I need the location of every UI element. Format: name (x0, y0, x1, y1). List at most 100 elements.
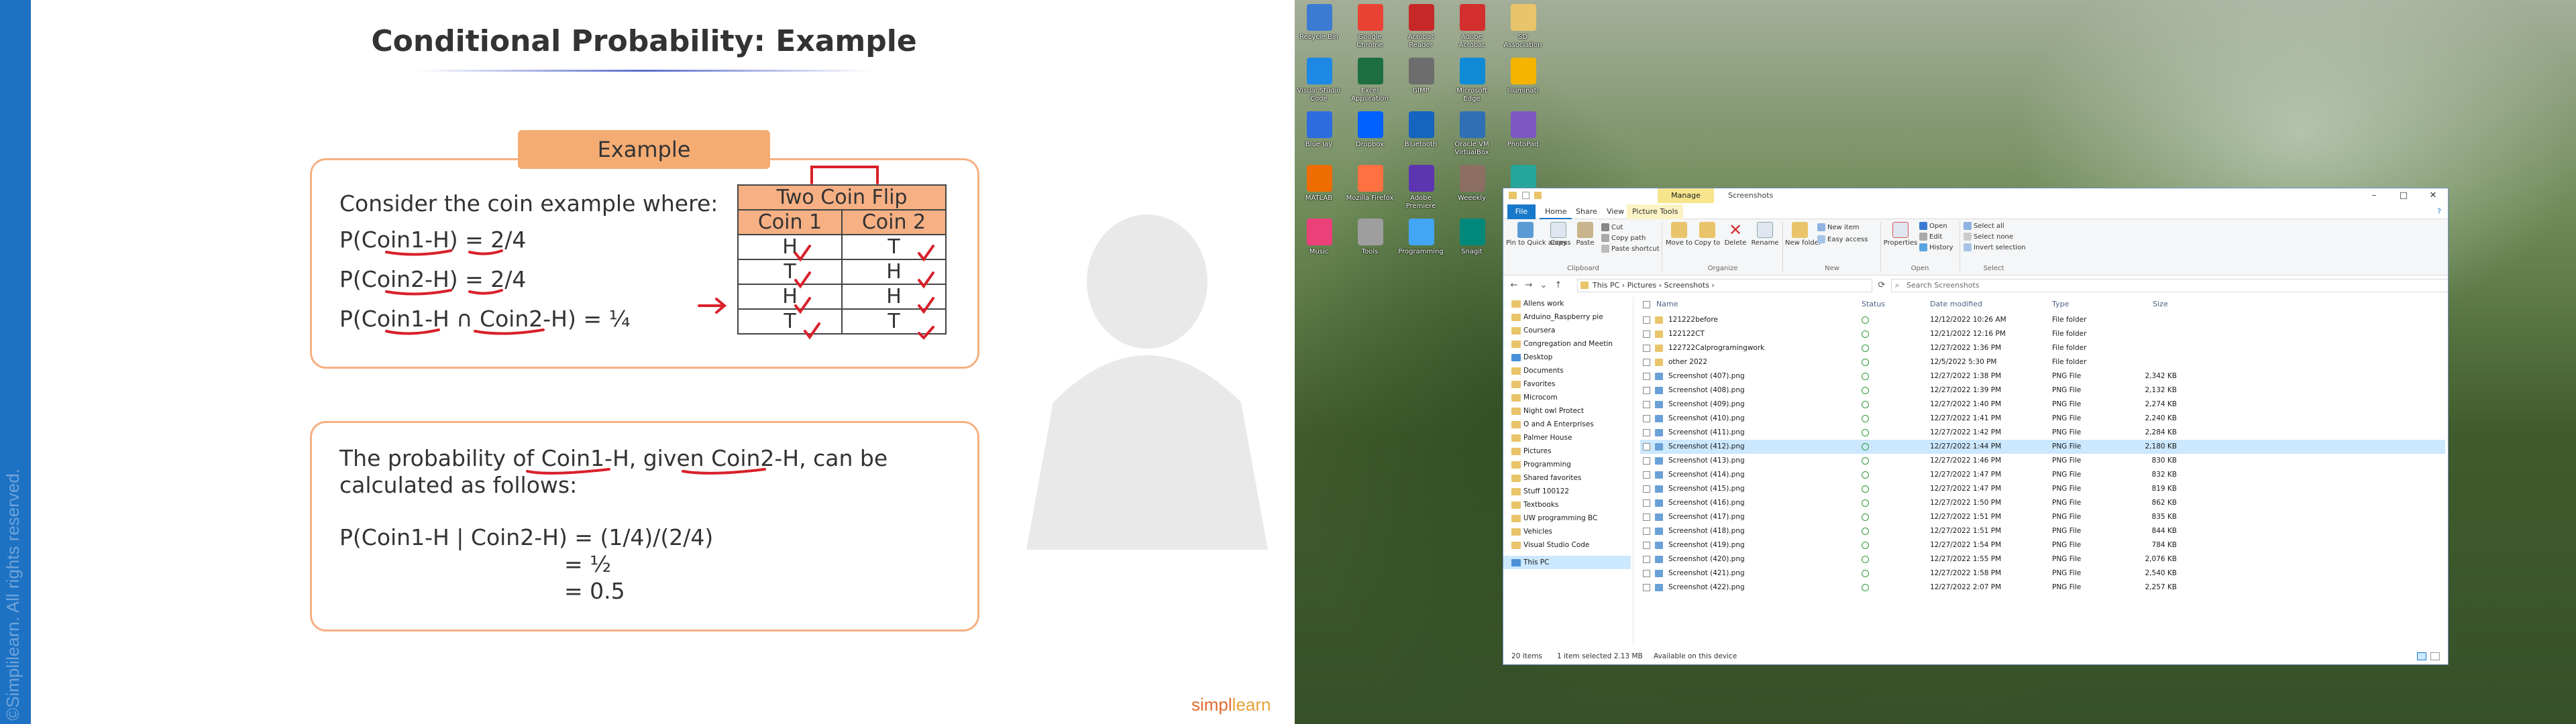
details-view-icon[interactable] (2417, 652, 2426, 660)
address-bar[interactable]: This PC › Pictures › Screenshots › (1577, 279, 1872, 292)
move-to-button[interactable]: Move to (1666, 221, 1693, 247)
desktop-icon[interactable]: Bluetooth (1397, 110, 1445, 164)
column-header-size[interactable]: Size (2153, 300, 2168, 308)
nav-item[interactable]: Favorites (1503, 377, 1631, 391)
row-checkbox[interactable] (1643, 584, 1650, 591)
file-row[interactable]: Screenshot (420).png 12/27/2022 1:55 PM PN… (1640, 552, 2445, 566)
desktop-icon[interactable]: Tools (1346, 217, 1394, 271)
column-header-date[interactable]: Date modified (1930, 300, 1982, 308)
desktop-icon[interactable]: Microsoft Edge (1448, 56, 1496, 110)
nav-item[interactable]: Pictures (1503, 444, 1631, 458)
minimize-icon[interactable]: – (2359, 188, 2389, 203)
desktop-icon[interactable]: Music (1295, 217, 1343, 271)
invert-selection-button[interactable]: Invert selection (1964, 243, 2026, 253)
copy-button[interactable]: Copy (1545, 221, 1572, 247)
desktop-icon[interactable]: Adobe Premiere (1397, 164, 1445, 217)
row-checkbox[interactable] (1643, 443, 1650, 450)
file-row[interactable]: 122122CT 12/21/2022 12:16 PM File folder (1640, 327, 2445, 341)
nav-item[interactable]: Textbooks (1503, 498, 1631, 511)
tab-view[interactable]: View (1601, 204, 1629, 219)
file-row[interactable]: 121222before 12/12/2022 10:26 AM File fold… (1640, 313, 2445, 327)
desktop-icon[interactable]: Excel Application (1346, 56, 1394, 110)
new-item-button[interactable]: New item (1817, 223, 1860, 233)
file-row[interactable]: other 2022 12/5/2022 5:30 PM File folder (1640, 355, 2445, 369)
row-checkbox[interactable] (1643, 542, 1650, 549)
file-row[interactable]: Screenshot (408).png 12/27/2022 1:39 PM PN… (1640, 383, 2445, 398)
row-checkbox[interactable] (1643, 401, 1650, 408)
file-row[interactable]: Screenshot (411).png 12/27/2022 1:42 PM PN… (1640, 426, 2445, 440)
row-checkbox[interactable] (1643, 345, 1650, 352)
help-icon[interactable]: ? (2437, 207, 2441, 216)
nav-item[interactable]: Arduino_Raspberry pie (1503, 310, 1631, 324)
column-header-status[interactable]: Status (1862, 300, 1885, 308)
file-row[interactable]: Screenshot (409).png 12/27/2022 1:40 PM PN… (1640, 398, 2445, 412)
tab-share[interactable]: Share (1570, 204, 1603, 219)
desktop-icon[interactable]: Weeekly (1448, 164, 1496, 217)
search-input[interactable]: ⌕ Search Screenshots (1891, 279, 2448, 292)
nav-item[interactable]: Shared favorites (1503, 471, 1631, 485)
column-header-name[interactable]: Name (1656, 300, 1678, 308)
new-folder-quick-icon[interactable] (1534, 192, 1542, 199)
row-checkbox[interactable] (1643, 485, 1650, 493)
contextual-tab-manage[interactable]: Manage (1658, 188, 1714, 203)
nav-item[interactable]: This PC (1503, 556, 1631, 569)
back-arrow-icon[interactable]: ← (1507, 280, 1521, 292)
tab-home[interactable]: Home (1540, 204, 1572, 219)
close-icon[interactable]: ✕ (2418, 188, 2448, 203)
select-none-button[interactable]: Select none (1964, 233, 2013, 242)
nav-item[interactable]: Visual Studio Code (1503, 538, 1631, 552)
desktop-icon[interactable]: Recycle Bin (1295, 3, 1343, 56)
file-row[interactable]: Screenshot (412).png 12/27/2022 1:44 PM PN… (1640, 440, 2445, 454)
nav-item[interactable]: Desktop (1503, 351, 1631, 364)
maximize-icon[interactable]: □ (2389, 188, 2418, 203)
rename-button[interactable]: Rename (1750, 221, 1780, 247)
copy-to-button[interactable]: Copy to (1694, 221, 1721, 247)
row-checkbox[interactable] (1643, 570, 1650, 577)
nav-item[interactable]: Microcom (1503, 391, 1631, 404)
nav-item[interactable]: Stuff 100122 (1503, 485, 1631, 498)
select-all-checkbox[interactable] (1643, 301, 1650, 308)
desktop-icon[interactable]: SD Association (1499, 3, 1547, 56)
row-checkbox[interactable] (1643, 556, 1650, 563)
row-checkbox[interactable] (1643, 499, 1650, 507)
file-row[interactable]: Screenshot (414).png 12/27/2022 1:47 PM PN… (1640, 468, 2445, 482)
cut-button[interactable]: Cut (1601, 223, 1623, 233)
desktop-icon[interactable]: PhotoPad (1499, 110, 1547, 164)
pin-quick-access-button[interactable]: Pin to Quick access (1506, 221, 1570, 247)
open-button[interactable]: Open (1919, 222, 1947, 231)
row-checkbox[interactable] (1643, 415, 1650, 422)
desktop-icon[interactable]: Programming (1397, 217, 1445, 271)
nav-item[interactable]: Programming (1503, 458, 1631, 471)
desktop-icon[interactable]: Mozilla Firefox (1346, 164, 1394, 217)
properties-button[interactable]: Properties (1883, 221, 1918, 247)
delete-button[interactable]: ✕ Delete (1722, 221, 1749, 247)
desktop-icon[interactable]: MATLAB (1295, 164, 1343, 217)
row-checkbox[interactable] (1643, 316, 1650, 324)
window-titlebar[interactable]: Manage Screenshots – □ ✕ (1503, 188, 2448, 203)
nav-item[interactable]: Documents (1503, 364, 1631, 377)
history-button[interactable]: History (1919, 243, 1953, 253)
new-folder-button[interactable]: New folder (1785, 221, 1821, 247)
file-row[interactable]: Screenshot (416).png 12/27/2022 1:50 PM PN… (1640, 496, 2445, 510)
tab-file[interactable]: File (1507, 204, 1536, 219)
row-checkbox[interactable] (1643, 528, 1650, 535)
select-all-button[interactable]: Select all (1964, 222, 2004, 231)
column-header-type[interactable]: Type (2052, 300, 2069, 308)
row-checkbox[interactable] (1643, 373, 1650, 380)
nav-item[interactable]: O and A Enterprises (1503, 418, 1631, 431)
row-checkbox[interactable] (1643, 471, 1650, 479)
easy-access-button[interactable]: Easy access (1817, 235, 1868, 245)
nav-item[interactable]: Allens work (1503, 297, 1631, 310)
row-checkbox[interactable] (1643, 514, 1650, 521)
forward-arrow-icon[interactable]: → (1522, 280, 1536, 292)
desktop-icon[interactable]: Visual Studio Code (1295, 56, 1343, 110)
up-arrow-icon[interactable]: ↑ (1552, 280, 1565, 292)
desktop-icon[interactable]: Google Chrome (1346, 3, 1394, 56)
desktop-icon[interactable]: Illuminati (1499, 56, 1547, 110)
nav-item[interactable]: Congregation and Meetin (1503, 337, 1631, 351)
file-row[interactable]: Screenshot (422).png 12/27/2022 2:07 PM PN… (1640, 581, 2445, 595)
row-checkbox[interactable] (1643, 457, 1650, 465)
row-checkbox[interactable] (1643, 429, 1650, 436)
nav-item[interactable]: Vehicles (1503, 525, 1631, 538)
desktop-icon[interactable]: Dropbox (1346, 110, 1394, 164)
